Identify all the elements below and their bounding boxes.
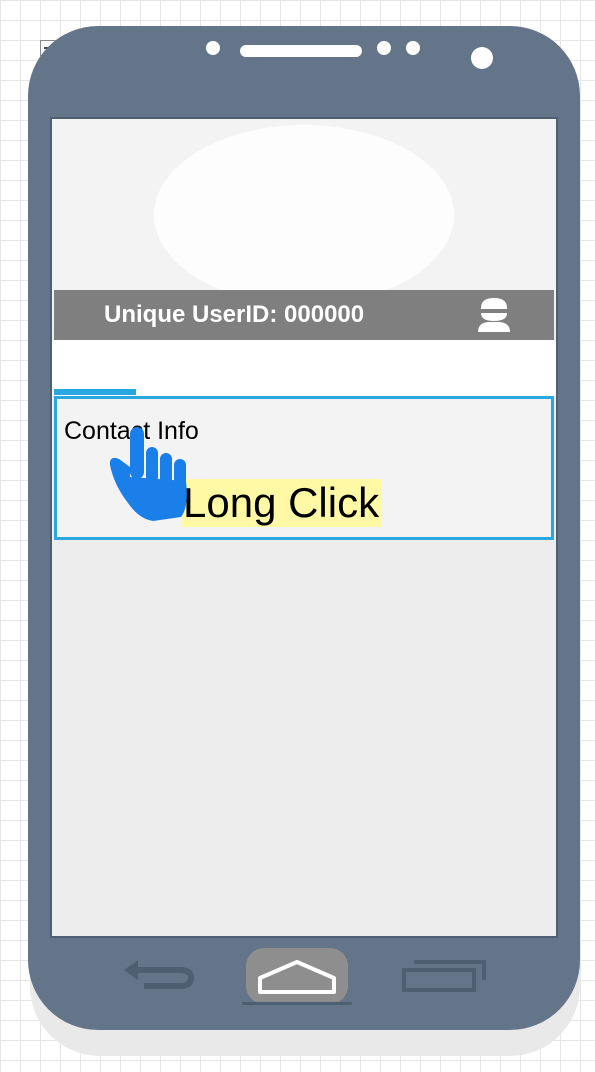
camera-lens — [471, 47, 493, 69]
back-arrow-icon[interactable] — [120, 958, 200, 992]
home-icon — [258, 960, 336, 994]
front-camera-dot — [206, 41, 220, 55]
home-button[interactable] — [246, 948, 348, 1004]
user-icon[interactable] — [474, 297, 514, 333]
header-bar: Unique UserID: 000000 — [54, 290, 554, 340]
earpiece-speaker — [240, 45, 362, 57]
contact-info-panel[interactable]: Contact Info Long Click — [54, 396, 554, 540]
home-button-underline — [242, 1002, 352, 1005]
profile-image-placeholder — [154, 125, 454, 305]
pointing-hand-icon — [109, 427, 187, 521]
phone-frame: Unique UserID: 000000 Contact Info Long … — [28, 26, 580, 1030]
page-title: Unique UserID: 000000 — [104, 301, 365, 328]
sensor-dot — [377, 41, 391, 55]
tab-indicator — [54, 389, 136, 395]
content-gap — [52, 340, 556, 396]
phone-screen: Unique UserID: 000000 Contact Info Long … — [50, 117, 558, 938]
recent-apps-icon[interactable] — [400, 958, 486, 992]
sensor-dot — [406, 41, 420, 55]
long-click-annotation: Long Click — [181, 479, 382, 527]
